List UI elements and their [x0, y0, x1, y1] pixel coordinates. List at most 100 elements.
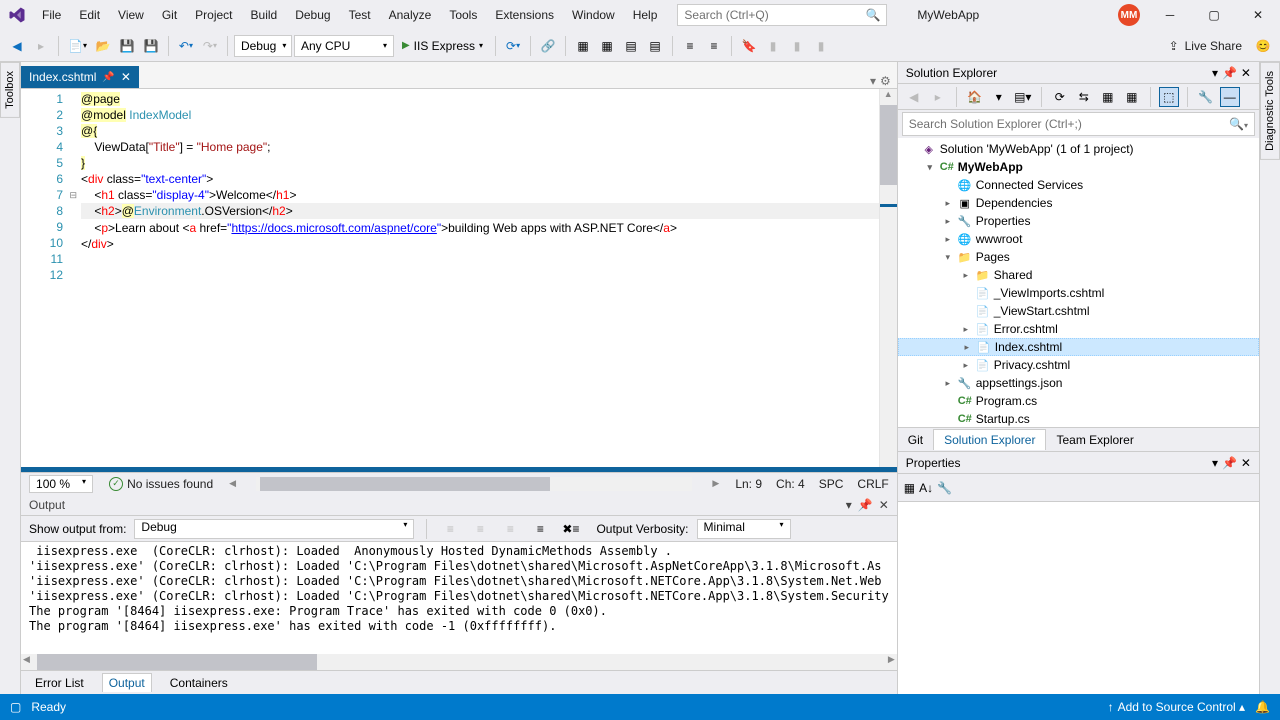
se-tab-git[interactable]: Git: [898, 430, 933, 450]
menu-test[interactable]: Test: [341, 4, 379, 26]
se-dropdown-icon[interactable]: ▾: [1212, 66, 1218, 80]
prev-bookmark-button[interactable]: ▮: [762, 35, 784, 57]
browser-link-button[interactable]: 🔗: [537, 35, 559, 57]
tree-node[interactable]: ▸📁Shared: [898, 266, 1259, 284]
next-bookmark-button[interactable]: ▮: [786, 35, 808, 57]
props-az-button[interactable]: A↓: [919, 481, 933, 495]
se-fwd-button[interactable]: ▸: [928, 87, 948, 107]
vertical-scrollbar[interactable]: ▲: [879, 89, 897, 467]
save-all-button[interactable]: 💾: [140, 35, 162, 57]
feedback-button[interactable]: 😊: [1252, 35, 1274, 57]
tree-node[interactable]: ▾C#MyWebApp: [898, 158, 1259, 176]
menu-window[interactable]: Window: [564, 4, 623, 26]
tab-close-icon[interactable]: ✕: [121, 70, 131, 84]
panel-pin-icon[interactable]: 📌: [858, 498, 873, 512]
toolbox-tab[interactable]: Toolbox: [0, 62, 20, 118]
se-tab-solution-explorer[interactable]: Solution Explorer: [933, 429, 1046, 450]
open-button[interactable]: 📂: [92, 35, 114, 57]
comment-button[interactable]: ≡: [679, 35, 701, 57]
se-view-button[interactable]: —: [1220, 87, 1240, 107]
se-search[interactable]: Search Solution Explorer (Ctrl+;) 🔍▾: [902, 112, 1255, 136]
code-area[interactable]: @page@model IndexModel@{ ViewData["Title…: [81, 89, 879, 467]
out-btn-2[interactable]: ≡: [469, 518, 491, 540]
bottom-tab-containers[interactable]: Containers: [164, 674, 234, 692]
se-preview-button[interactable]: ⬚: [1159, 87, 1179, 107]
redo-button[interactable]: ↷▾: [199, 35, 221, 57]
props-pin-icon[interactable]: 📌: [1222, 456, 1237, 470]
nav-back-button[interactable]: ◀: [6, 35, 28, 57]
notifications-icon[interactable]: 🔔: [1255, 700, 1270, 714]
se-pin-icon[interactable]: 📌: [1222, 66, 1237, 80]
tree-node[interactable]: 📄_ViewImports.cshtml: [898, 284, 1259, 302]
hscroll-left[interactable]: ◀: [229, 478, 236, 489]
quick-search[interactable]: Search (Ctrl+Q) 🔍: [677, 4, 887, 26]
zoom-dropdown[interactable]: 100 %▾: [29, 475, 93, 493]
new-project-button[interactable]: 📄▾: [65, 35, 90, 57]
menu-extensions[interactable]: Extensions: [487, 4, 562, 26]
out-clear-button[interactable]: ✖≡: [559, 518, 582, 540]
menu-analyze[interactable]: Analyze: [381, 4, 440, 26]
live-share-button[interactable]: ⇪Live Share: [1161, 39, 1250, 53]
clear-bookmarks-button[interactable]: ▮: [810, 35, 832, 57]
menu-edit[interactable]: Edit: [71, 4, 108, 26]
tree-node[interactable]: 📄_ViewStart.cshtml: [898, 302, 1259, 320]
output-text[interactable]: iisexpress.exe (CoreCLR: clrhost): Loade…: [21, 542, 897, 654]
platform-dropdown[interactable]: Any CPU▾: [294, 35, 394, 57]
file-tab-index[interactable]: Index.cshtml 📌 ✕: [21, 66, 139, 88]
menu-tools[interactable]: Tools: [441, 4, 485, 26]
scrollbar-thumb[interactable]: [880, 105, 897, 185]
se-switch-view-button[interactable]: ▾: [989, 87, 1009, 107]
menu-help[interactable]: Help: [625, 4, 666, 26]
bookmark-button[interactable]: 🔖: [738, 35, 760, 57]
horizontal-scrollbar[interactable]: [256, 477, 692, 491]
tree-node[interactable]: C#Program.cs: [898, 392, 1259, 410]
bottom-tab-output[interactable]: Output: [102, 673, 152, 692]
tree-node[interactable]: 🌐Connected Services: [898, 176, 1259, 194]
user-avatar[interactable]: MM: [1118, 4, 1140, 26]
tb-icon-4[interactable]: ▤: [644, 35, 666, 57]
panel-dropdown-icon[interactable]: ▾: [846, 498, 852, 512]
uncomment-button[interactable]: ≡: [703, 35, 725, 57]
tree-node[interactable]: ▸📄Error.cshtml: [898, 320, 1259, 338]
maximize-button[interactable]: ▢: [1200, 4, 1228, 26]
menu-git[interactable]: Git: [154, 4, 185, 26]
save-button[interactable]: 💾: [116, 35, 138, 57]
se-show-all-button[interactable]: ▦: [1098, 87, 1118, 107]
menu-debug[interactable]: Debug: [287, 4, 338, 26]
undo-button[interactable]: ↶▾: [175, 35, 197, 57]
source-control-button[interactable]: ↑Add to Source Control ▴: [1108, 700, 1245, 714]
se-tab-team-explorer[interactable]: Team Explorer: [1046, 430, 1143, 450]
panel-close-icon[interactable]: ✕: [879, 498, 889, 512]
se-back-button[interactable]: ◀: [904, 87, 924, 107]
se-filter-button[interactable]: ▤▾: [1013, 87, 1033, 107]
tab-settings-icon[interactable]: ⚙: [880, 74, 891, 88]
tree-node[interactable]: ▸📄Index.cshtml: [898, 338, 1259, 356]
tb-icon-1[interactable]: ▦: [572, 35, 594, 57]
se-close-icon[interactable]: ✕: [1241, 66, 1251, 80]
tree-node[interactable]: ▸🌐wwwroot: [898, 230, 1259, 248]
tree-node[interactable]: C#Startup.cs: [898, 410, 1259, 428]
bottom-tab-error-list[interactable]: Error List: [29, 674, 90, 692]
hscroll-right[interactable]: ▶: [712, 478, 719, 489]
se-collapse-button[interactable]: ⇆: [1074, 87, 1094, 107]
output-hscroll[interactable]: ◀ ▶: [21, 654, 897, 670]
output-window-icon[interactable]: ▢: [10, 700, 21, 714]
se-home-button[interactable]: 🏠: [965, 87, 985, 107]
close-button[interactable]: ✕: [1244, 4, 1272, 26]
menu-file[interactable]: File: [34, 4, 69, 26]
tb-icon-3[interactable]: ▤: [620, 35, 642, 57]
tree-node[interactable]: ◈Solution 'MyWebApp' (1 of 1 project): [898, 140, 1259, 158]
tab-list-dropdown[interactable]: ▾: [870, 74, 876, 88]
menu-project[interactable]: Project: [187, 4, 240, 26]
diagnostic-tools-tab[interactable]: Diagnostic Tools: [1260, 62, 1280, 160]
output-verb-dropdown[interactable]: Minimal▾: [697, 519, 791, 539]
refresh-button[interactable]: ⟳▾: [502, 35, 524, 57]
minimize-button[interactable]: ─: [1156, 4, 1184, 26]
tb-icon-2[interactable]: ▦: [596, 35, 618, 57]
tree-node[interactable]: ▸📄Privacy.cshtml: [898, 356, 1259, 374]
config-dropdown[interactable]: Debug▾: [234, 35, 292, 57]
out-btn-1[interactable]: ≡: [439, 518, 461, 540]
se-properties-button[interactable]: 🔧: [1196, 87, 1216, 107]
se-copy-button[interactable]: ▦: [1122, 87, 1142, 107]
tree-node[interactable]: ▾📁Pages: [898, 248, 1259, 266]
